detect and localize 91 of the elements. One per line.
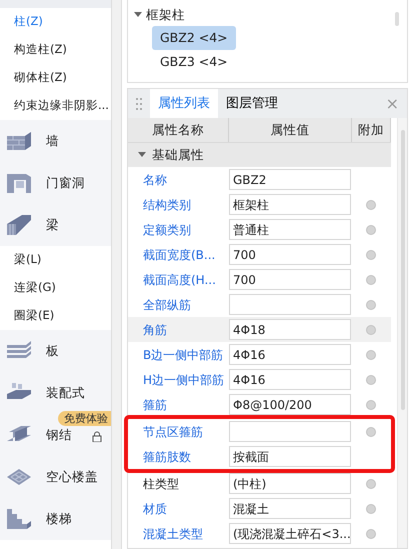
value-field[interactable]: (现浇混凝土碎石<3... xyxy=(229,523,351,544)
category-label[interactable]: 装配式 xyxy=(46,384,85,402)
property-name: 结构类别 xyxy=(142,196,192,214)
value-field[interactable]: (中柱) xyxy=(229,473,351,494)
door-opening-icon[interactable] xyxy=(6,172,32,194)
panel-tab[interactable]: 属性列表 xyxy=(150,89,218,118)
property-row[interactable]: 箍筋 Φ8@100/200 xyxy=(128,392,391,417)
value-field[interactable]: 混凝土 xyxy=(229,498,351,519)
property-name: 定额类别 xyxy=(142,222,192,238)
property-row[interactable]: 节点区箍筋 xyxy=(128,419,391,444)
panel-tab[interactable]: 图层管理 xyxy=(218,89,286,118)
option-dot[interactable] xyxy=(366,350,376,360)
category-label[interactable]: 门窗洞 xyxy=(46,174,85,192)
tree-node-label[interactable]: 框架柱 xyxy=(146,6,185,24)
property-name: 角筋 xyxy=(142,322,168,338)
wall-icon[interactable] xyxy=(6,130,32,152)
property-row[interactable]: H边一侧中部筋 4Φ16 xyxy=(128,367,391,392)
caret-icon[interactable] xyxy=(138,152,146,158)
option-dot[interactable] xyxy=(366,300,376,310)
property-name: 截面高度(H... xyxy=(142,272,217,288)
property-row[interactable]: 全部纵筋 xyxy=(128,292,391,317)
trial-badge: 免费体验 xyxy=(58,411,111,426)
value-field[interactable] xyxy=(229,294,351,315)
property-row[interactable]: 截面高度(H... 700 xyxy=(128,267,391,292)
value-field[interactable]: 普通柱 xyxy=(229,219,351,240)
option-dot[interactable] xyxy=(366,400,376,410)
option-dot[interactable] xyxy=(366,478,376,488)
category-label[interactable]: 钢结 xyxy=(46,426,72,444)
stairs-icon[interactable] xyxy=(6,508,32,530)
option-dot[interactable] xyxy=(366,274,376,284)
property-row[interactable]: 定额类别 普通柱 xyxy=(128,217,391,242)
sidebar-item[interactable]: 梁(L) xyxy=(0,246,111,274)
tree-item[interactable]: GBZ3 <4> xyxy=(152,50,236,74)
sidebar-item[interactable]: 柱(Z) xyxy=(0,8,111,36)
option-dot[interactable] xyxy=(366,426,376,436)
sidebar-item[interactable]: 砌体柱(Z) xyxy=(0,64,111,92)
property-name: 全部纵筋 xyxy=(142,296,192,314)
grid-slab-icon[interactable] xyxy=(6,466,32,488)
property-row[interactable]: B边一侧中部筋 4Φ16 xyxy=(128,342,391,367)
column-header: 附加 xyxy=(352,118,391,142)
property-row[interactable]: 结构类别 框架柱 xyxy=(128,192,391,217)
value-field[interactable]: 700 xyxy=(229,244,351,265)
value-field[interactable]: 700 xyxy=(229,269,351,290)
option-dot[interactable] xyxy=(366,504,376,514)
category-label[interactable]: 板 xyxy=(46,342,59,360)
column-header: 属性名称 xyxy=(128,118,229,142)
value-field[interactable]: 框架柱 xyxy=(229,194,351,215)
value-field[interactable]: 按截面 xyxy=(229,446,351,467)
option-dot[interactable] xyxy=(366,250,376,260)
property-row[interactable]: 材质 混凝土 xyxy=(128,496,391,521)
property-name: 名称 xyxy=(142,172,168,188)
value-field[interactable]: 4Φ18 xyxy=(229,319,351,340)
property-name: 截面宽度(B... xyxy=(142,246,216,264)
category-label[interactable]: 墙 xyxy=(46,132,59,150)
property-row[interactable]: 截面宽度(B... 700 xyxy=(128,242,391,267)
value-field[interactable]: GBZ2 xyxy=(229,169,351,190)
beam-icon[interactable] xyxy=(6,214,32,236)
sidebar-item[interactable]: 构造柱(Z) xyxy=(0,36,111,64)
property-row[interactable]: 箍筋肢数 按截面 xyxy=(128,444,391,469)
caret-icon[interactable] xyxy=(134,12,142,18)
property-name: 材质 xyxy=(142,500,168,518)
property-row[interactable]: 名称 GBZ2 xyxy=(128,167,391,192)
splitter-bar[interactable] xyxy=(112,0,122,549)
property-name: 箍筋肢数 xyxy=(142,448,192,466)
sidebar-item[interactable]: 圈梁(E) xyxy=(0,302,111,330)
property-name: B边一侧中部筋 xyxy=(142,346,224,364)
value-field[interactable]: 4Φ16 xyxy=(229,369,351,390)
option-dot[interactable] xyxy=(366,324,376,334)
scrollbar-thumb[interactable] xyxy=(395,12,399,26)
column-header: 属性值 xyxy=(229,118,352,142)
option-dot[interactable] xyxy=(366,528,376,538)
property-name: 混凝土类型 xyxy=(142,526,204,542)
option-dot[interactable] xyxy=(366,224,376,234)
category-label[interactable]: 楼梯 xyxy=(46,510,72,528)
value-field[interactable]: 4Φ16 xyxy=(229,344,351,365)
option-dot[interactable] xyxy=(366,200,376,210)
sidebar-item[interactable]: 连梁(G) xyxy=(0,274,111,302)
category-label[interactable]: 梁 xyxy=(46,216,59,234)
property-row[interactable]: 角筋 4Φ18 xyxy=(128,317,391,342)
property-name: 节点区箍筋 xyxy=(142,424,204,440)
property-name: 柱类型 xyxy=(142,476,180,492)
sidebar-item[interactable]: 约束边缘非阴影... xyxy=(0,92,111,120)
value-field[interactable] xyxy=(229,421,351,442)
property-row[interactable]: 柱类型 (中柱) xyxy=(128,471,391,496)
group-label: 基础属性 xyxy=(152,146,204,164)
property-name: H边一侧中部筋 xyxy=(142,372,226,388)
option-dot[interactable] xyxy=(366,374,376,384)
value-field[interactable]: Φ8@100/200 xyxy=(229,394,351,415)
property-name: 箍筋 xyxy=(142,396,168,414)
tree-item[interactable]: GBZ2 <4> xyxy=(152,26,236,50)
property-row[interactable]: 混凝土类型 (现浇混凝土碎石<3... xyxy=(128,521,391,546)
